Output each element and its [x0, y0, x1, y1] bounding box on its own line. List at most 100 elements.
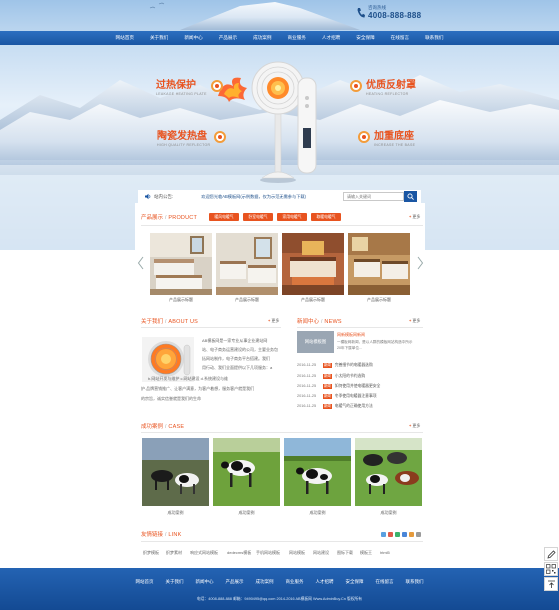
feature-title: 加重底座: [374, 131, 414, 142]
news-date: 2016-11-25: [297, 363, 317, 367]
footer-nav: 网站首页 关于我们 新闻中心 产品展示 成功案例 商业服务 人才招聘 安全保障 …: [0, 579, 559, 585]
case-card[interactable]: 成功案例: [142, 438, 209, 515]
nav-item-message[interactable]: 在线留言: [383, 31, 417, 45]
news-list-item[interactable]: 2016-11-25 新闻 冬季使用电暖器注意事项: [297, 392, 377, 400]
friend-link[interactable]: 模板王: [360, 550, 372, 556]
edit-icon: [546, 549, 556, 559]
case-card[interactable]: 成功案例: [355, 438, 422, 515]
product-card[interactable]: 产品展示标题: [216, 233, 278, 302]
notice-text[interactable]: 欢迎您光临AB模板网(示例数据，仅为示范无需参与下载): [201, 194, 306, 200]
friend-link[interactable]: 响应式网站模板: [190, 550, 218, 556]
news-badge: 新闻: [323, 403, 332, 409]
news-featured-summary: 20年下属单位...: [337, 346, 362, 350]
news-list-item[interactable]: 2016-11-25 新闻 电暖气的正确使用方法: [297, 402, 373, 410]
nav-item-home[interactable]: 网站首页: [108, 31, 142, 45]
footer-nav-item[interactable]: 新闻中心: [190, 579, 220, 585]
nav-item-services[interactable]: 商业服务: [280, 31, 314, 45]
nav-item-security[interactable]: 安全保障: [348, 31, 382, 45]
about-text-line: AB模板网是一家专业从事企业建站网: [202, 338, 268, 343]
product-card[interactable]: 产品展示标题: [348, 233, 410, 302]
product-card[interactable]: 产品展示标题: [150, 233, 212, 302]
case-caption: 成功案例: [309, 510, 326, 515]
side-message-button[interactable]: [544, 547, 558, 561]
feature-subtitle: INCREASE THE BASE: [374, 143, 416, 147]
footer-nav-item[interactable]: 产品展示: [220, 579, 250, 585]
friend-link[interactable]: 网站模板: [289, 550, 305, 556]
about-text-line: 护.品牌营销推广、让客户满意，为客户着想，服务客户就是我们: [141, 386, 255, 391]
nav-item-news[interactable]: 新闻中心: [176, 31, 210, 45]
news-section-title: 新闻中心 / NEWS: [297, 317, 342, 325]
news-date: 2016-11-25: [297, 374, 317, 378]
news-featured-title[interactable]: 网新模板网新闻: [337, 332, 365, 338]
product-more-link[interactable]: +更多: [409, 214, 420, 220]
nav-item-jobs[interactable]: 人才招聘: [314, 31, 348, 45]
news-title: 如何使用并使电暖器更安全: [334, 383, 381, 388]
product-section-title: 产品展示 / PRODUCT: [141, 213, 197, 221]
section-title: 产品展示: [141, 215, 164, 221]
share-renren-icon[interactable]: [409, 532, 414, 537]
prev-arrow-icon[interactable]: [137, 256, 145, 270]
search-input[interactable]: [343, 192, 404, 201]
case-card[interactable]: 成功案例: [213, 438, 280, 515]
footer-nav-item[interactable]: 网站首页: [130, 579, 160, 585]
footer-nav-item[interactable]: 联系我们: [400, 579, 430, 585]
nav-item-about[interactable]: 关于我们: [142, 31, 176, 45]
product-tag[interactable]: 取暖电暖气: [311, 213, 341, 221]
footer-nav-item[interactable]: 安全保障: [340, 579, 370, 585]
title-separator: /: [165, 424, 167, 430]
product-tag[interactable]: 卧室电暖气: [243, 213, 273, 221]
friend-link[interactable]: dedecms模板: [227, 550, 251, 556]
news-more-link[interactable]: +更多: [409, 318, 420, 324]
nav-item-cases[interactable]: 成功案例: [245, 31, 279, 45]
friend-link[interactable]: 手机网站模板: [256, 550, 280, 556]
news-list-item[interactable]: 2016-11-25 新闻 完善细节的电暖器选购: [297, 361, 373, 369]
nav-item-products[interactable]: 产品展示: [211, 31, 245, 45]
hotline-number: 4008-888-888: [368, 11, 422, 20]
case-photo: [284, 438, 351, 506]
share-tencent-icon[interactable]: [402, 532, 407, 537]
footer-nav-item[interactable]: 成功案例: [250, 579, 280, 585]
cases-more-link[interactable]: +更多: [409, 423, 420, 429]
product-tag[interactable]: 家用电暖气: [277, 213, 307, 221]
about-more-link[interactable]: +更多: [268, 318, 279, 324]
product-caption: 产品展示标题: [301, 297, 325, 302]
news-date: 2016-11-25: [297, 394, 317, 398]
title-separator: /: [165, 215, 167, 221]
case-card[interactable]: 成功案例: [284, 438, 351, 515]
friend-link[interactable]: 织梦素材: [166, 550, 182, 556]
product-card[interactable]: 产品展示标题: [282, 233, 344, 302]
about-text-line: b.网站开发与维护 c.网站建设 d.系统建设与维: [148, 376, 229, 381]
product-photo: [348, 233, 410, 295]
product-tag[interactable]: 暖风电暖气: [209, 213, 239, 221]
share-wechat-icon[interactable]: [395, 532, 400, 537]
product-caption: 产品展示标题: [235, 297, 259, 302]
next-arrow-icon[interactable]: [416, 256, 424, 270]
links-section-title: 友情链接 / LINK: [141, 530, 181, 538]
footer-nav-item[interactable]: 人才招聘: [310, 579, 340, 585]
share-qzone-icon[interactable]: [381, 532, 386, 537]
friend-link[interactable]: html5: [380, 550, 390, 555]
footer-nav-item[interactable]: 关于我们: [160, 579, 190, 585]
news-list-item[interactable]: 2016-11-25 新闻 如何使用并使电暖器更安全: [297, 382, 380, 390]
product-caption: 产品展示标题: [367, 297, 391, 302]
friend-link[interactable]: 织梦模板: [143, 550, 159, 556]
footer-nav-item[interactable]: 商业服务: [280, 579, 310, 585]
title-separator: /: [165, 319, 167, 325]
share-more-icon[interactable]: [416, 532, 421, 537]
news-list-item[interactable]: 2016-11-25 新闻 小太阳的节约选购: [297, 372, 365, 380]
search-button[interactable]: [404, 191, 417, 202]
news-date: 2016-11-25: [297, 404, 317, 408]
section-title-en: NEWS: [324, 319, 342, 325]
cases-section-title: 成功案例 / CASE: [141, 422, 184, 430]
nav-item-contact[interactable]: 联系我们: [417, 31, 451, 45]
footer-nav-item[interactable]: 在线留言: [370, 579, 400, 585]
friend-link[interactable]: 网站建设: [313, 550, 329, 556]
side-qrcode-button[interactable]: [544, 562, 558, 576]
feature-subtitle: HIGH QUALITY REFLECTOR: [157, 143, 211, 147]
news-title: 完善细节的电暖器选购: [334, 362, 373, 367]
share-weibo-icon[interactable]: [388, 532, 393, 537]
side-top-button[interactable]: [544, 577, 558, 591]
about-section-title: 关于我们 / ABOUT US: [141, 317, 198, 325]
friend-link[interactable]: 图标下载: [337, 550, 353, 556]
news-thumbnail[interactable]: 网站模板图: [297, 331, 334, 353]
